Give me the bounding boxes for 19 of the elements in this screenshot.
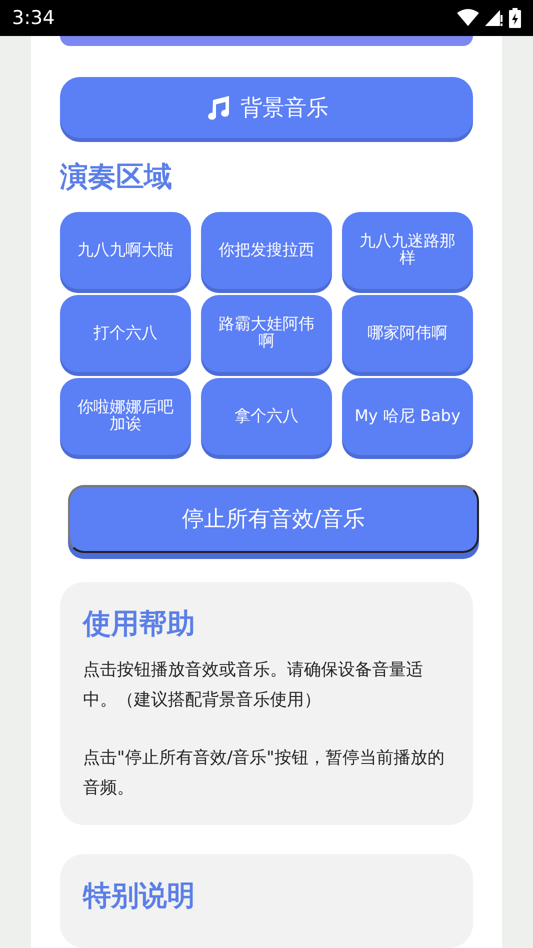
sound-pad-button[interactable]: 九八九迷路那样	[342, 212, 473, 289]
section-title: 演奏区域	[60, 160, 173, 194]
sound-pad-button[interactable]: 哪家阿伟啊	[342, 294, 473, 372]
signal-icon	[485, 9, 503, 27]
sound-pad-button[interactable]: 九八九啊大陆	[60, 212, 191, 289]
sound-pad-button[interactable]: My 哈尼 Baby	[342, 378, 473, 455]
background-music-button[interactable]: 背景音乐	[60, 77, 473, 138]
card-title: 特别说明	[83, 878, 196, 914]
sound-pad-button[interactable]: 路霸大娃阿伟啊	[201, 294, 332, 372]
sound-pad-button[interactable]: 拿个六八	[201, 378, 332, 455]
card-title: 使用帮助	[83, 606, 196, 642]
sound-pad-button[interactable]: 你把发搜拉西	[201, 212, 332, 289]
card-paragraph: 点击"停止所有音效/音乐"按钮，暂停当前播放的音频。	[83, 746, 446, 800]
sound-pad-button[interactable]: 你啦娜娜后吧加诶	[60, 378, 191, 455]
sound-pad-button[interactable]: 打个六八	[60, 294, 191, 372]
wifi-icon	[457, 9, 479, 27]
status-time: 3:34	[12, 7, 55, 29]
battery-icon	[509, 8, 521, 28]
card-paragraph: 点击按钮播放音效或音乐。请确保设备音量适中。（建议搭配背景音乐使用）	[83, 658, 424, 712]
